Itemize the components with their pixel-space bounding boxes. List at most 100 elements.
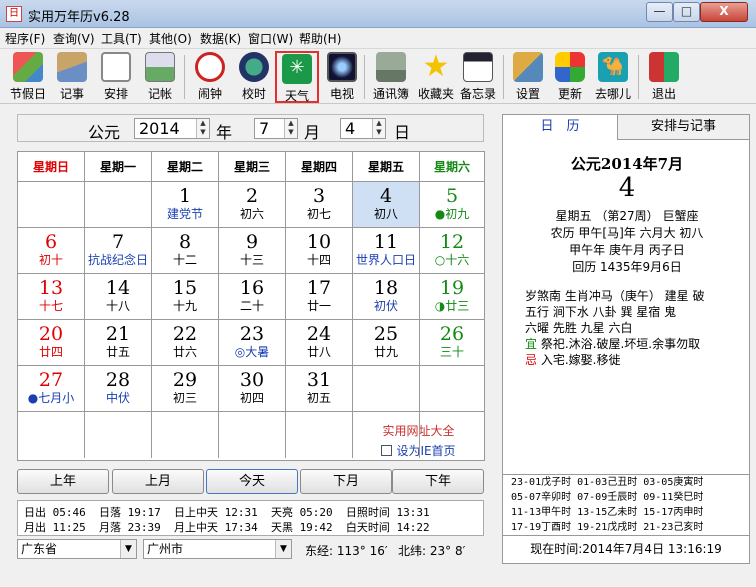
weather-button[interactable]: ✳ 天气	[275, 51, 319, 103]
prev-month-button[interactable]: 上月	[112, 469, 204, 494]
menu-program[interactable]: 程序(F)	[5, 30, 45, 47]
calendar-grid: 星期日 星期一 星期二 星期三 星期四 星期五 星期六 实用网址大全 设为IE首…	[17, 151, 485, 461]
prev-year-button[interactable]: 上年	[17, 469, 109, 494]
day-cell-4[interactable]: 4 初八	[353, 182, 420, 228]
day-cell-31[interactable]: 31 初五	[286, 366, 353, 412]
maximize-button[interactable]: □	[673, 2, 700, 22]
settings-button[interactable]: 设置	[506, 51, 550, 103]
exit-button[interactable]: 退出	[642, 51, 686, 103]
day-cell-28[interactable]: 28 中伏	[85, 366, 152, 412]
hour-row: 11-13甲午时 13-15乙未时 15-17丙申时	[511, 507, 704, 518]
app-calendar-icon: 日	[6, 6, 22, 22]
lunar-label: 初七	[306, 207, 331, 221]
qunar-button[interactable]: 🐪 去哪儿	[591, 51, 635, 103]
chevron-down-icon[interactable]: ▼	[275, 540, 291, 558]
day-cell-18[interactable]: 18 初伏	[353, 274, 420, 320]
lunar-label: 廿四	[38, 345, 63, 359]
tv-button[interactable]: 电视	[320, 51, 364, 103]
toolbar-separator	[364, 55, 365, 99]
weekday-friday: 星期五	[353, 152, 420, 182]
menu-window[interactable]: 窗口(W)	[248, 30, 293, 47]
year-spinner[interactable]: 2014 ▲ ▼	[134, 118, 210, 139]
day-cell-16[interactable]: 16 二十	[219, 274, 286, 320]
tab-schedule-notes[interactable]: 安排与记事	[618, 115, 749, 140]
day-cell-5[interactable]: 5 ●初九	[420, 182, 484, 228]
address-book-button[interactable]: 通讯簿	[368, 51, 414, 103]
province-select[interactable]: 广东省 ▼	[17, 539, 137, 559]
day-cell-21[interactable]: 21 廿五	[85, 320, 152, 366]
spinner-arrows-icon[interactable]: ▲ ▼	[284, 119, 297, 138]
day-cell-7[interactable]: 7 抗战纪念日	[85, 228, 152, 274]
spinner-arrows-icon[interactable]: ▲ ▼	[372, 119, 385, 138]
day-cell-30[interactable]: 30 初四	[219, 366, 286, 412]
day-number: 10	[306, 231, 332, 253]
update-button[interactable]: 更新	[548, 51, 592, 103]
favorites-button[interactable]: ★ 收藏夹	[414, 51, 458, 103]
day-spinner[interactable]: 4 ▲ ▼	[340, 118, 386, 139]
menu-query[interactable]: 查询(V)	[53, 30, 95, 47]
day-cell-20[interactable]: 20 廿四	[18, 320, 85, 366]
settings-icon	[513, 52, 543, 82]
day-cell-24[interactable]: 24 廿八	[286, 320, 353, 366]
ledger-button[interactable]: 记帐	[138, 51, 182, 103]
menu-other[interactable]: 其他(O)	[149, 30, 192, 47]
day-cell-17[interactable]: 17 廿一	[286, 274, 353, 320]
day-cell-22[interactable]: 22 廿六	[152, 320, 219, 366]
weekday-saturday: 星期六	[433, 160, 470, 174]
day-cell-29[interactable]: 29 初三	[152, 366, 219, 412]
close-button[interactable]: X	[700, 2, 748, 22]
lunar-label: 十四	[306, 253, 331, 267]
day-number: 25	[373, 323, 399, 345]
day-cell-19[interactable]: 19 ◑廿三	[420, 274, 484, 320]
lunar-label: 世界人口日	[355, 253, 416, 267]
menu-data[interactable]: 数据(K)	[200, 30, 241, 47]
menu-tools[interactable]: 工具(T)	[101, 30, 142, 47]
tab-calendar[interactable]: 日 历	[503, 115, 618, 140]
memo-button[interactable]: 备忘录	[456, 51, 500, 103]
day-cell-11[interactable]: 11 世界人口日	[353, 228, 420, 274]
day-number: 29	[172, 369, 198, 391]
month-spinner[interactable]: 7 ▲ ▼	[254, 118, 298, 139]
lunar-label: ●初九	[434, 207, 470, 221]
city-select[interactable]: 广州市 ▼	[143, 539, 292, 559]
day-cell-6[interactable]: 6 初十	[18, 228, 85, 274]
day-cell-9[interactable]: 9 十三	[219, 228, 286, 274]
day-cell-10[interactable]: 10 十四	[286, 228, 353, 274]
day-cell-25[interactable]: 25 廿九	[353, 320, 420, 366]
chevron-down-icon[interactable]: ▼	[120, 540, 136, 558]
schedule-button[interactable]: 安排	[94, 51, 138, 103]
minimize-button[interactable]: —	[646, 2, 673, 22]
day-number: 2	[245, 185, 259, 207]
weekday-thursday: 星期四	[286, 152, 353, 182]
window-title: 实用万年历v6.28	[28, 10, 130, 25]
day-cell-1[interactable]: 1 建党节	[152, 182, 219, 228]
day-cell-3[interactable]: 3 初七	[286, 182, 353, 228]
day-number: 31	[306, 369, 332, 391]
day-number: 6	[44, 231, 58, 253]
lunar-label: 建党节	[166, 207, 203, 221]
day-cell-8[interactable]: 8 十二	[152, 228, 219, 274]
day-detail-panel: 日 历 安排与记事 公元2014年7月 4 星期五 （第27周） 巨蟹座 农历 …	[502, 114, 750, 564]
memo-icon	[463, 52, 493, 82]
lunar-label: 廿六	[172, 345, 197, 359]
day-cell-13[interactable]: 13 十七	[18, 274, 85, 320]
day-cell-12[interactable]: 12 ○十六	[420, 228, 484, 274]
day-cell-14[interactable]: 14 十八	[85, 274, 152, 320]
day-cell-15[interactable]: 15 十九	[152, 274, 219, 320]
spinner-arrows-icon[interactable]: ▲ ▼	[196, 119, 209, 138]
today-button[interactable]: 今天	[206, 469, 298, 494]
day-cell-empty	[420, 366, 484, 412]
day-cell-empty	[420, 412, 484, 458]
notes-button[interactable]: 记事	[50, 51, 94, 103]
time-sync-button[interactable]: 校时	[232, 51, 276, 103]
holiday-button[interactable]: 节假日	[6, 51, 50, 103]
day-cell-26[interactable]: 26 三十	[420, 320, 484, 366]
day-cell-27[interactable]: 27 ●七月小	[18, 366, 85, 412]
menu-help[interactable]: 帮助(H)	[299, 30, 341, 47]
next-year-button[interactable]: 下年	[392, 469, 484, 494]
next-month-button[interactable]: 下月	[300, 469, 392, 494]
day-cell-2[interactable]: 2 初六	[219, 182, 286, 228]
day-cell-23[interactable]: 23 ◎大暑	[219, 320, 286, 366]
longitude-readout: 东经: 113° 16′	[305, 544, 388, 558]
alarm-button[interactable]: 闹钟	[188, 51, 232, 103]
